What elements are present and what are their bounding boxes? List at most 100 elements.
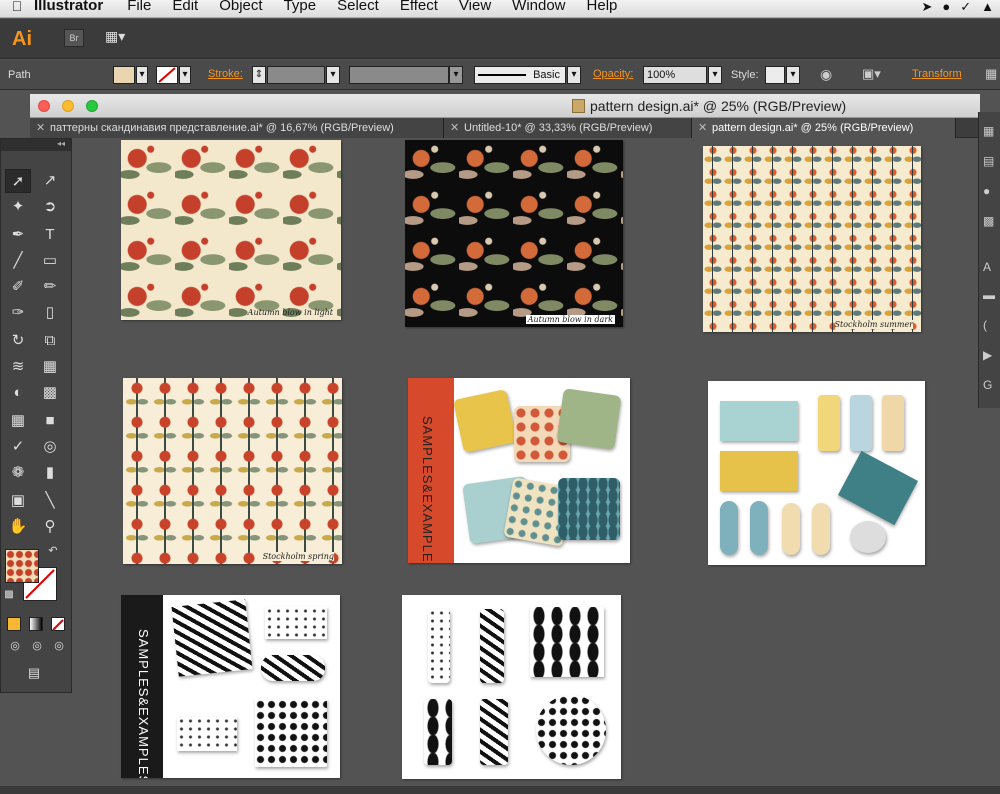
artboard-samples-products[interactable] [708, 381, 925, 565]
default-colors-icon[interactable]: ▩ [1, 587, 17, 603]
fill-swatch[interactable] [113, 66, 135, 84]
zoom-tool-icon[interactable]: ⚲ [37, 515, 63, 539]
swatches-panel-icon[interactable]: ▩ [983, 214, 999, 232]
screen-mode-icon[interactable]: ▤ [19, 663, 49, 683]
minimize-window-button[interactable] [62, 100, 74, 112]
menu-window[interactable]: Window [512, 0, 565, 14]
opacity-field[interactable]: 100% [643, 66, 707, 84]
actions-panel-icon[interactable]: ▶ [983, 348, 999, 366]
mesh-tool-icon[interactable]: ▦ [5, 409, 31, 433]
tab-untitled-10[interactable]: ✕ Untitled-10* @ 33,33% (RGB/Preview) [444, 118, 692, 138]
artboard-autumn-light[interactable]: Autumn blow in light [121, 140, 341, 320]
menu-select[interactable]: Select [337, 0, 379, 14]
none-mode-icon[interactable] [51, 617, 65, 631]
free-transform-tool-icon[interactable]: ▦ [37, 355, 63, 379]
gradient-mode-icon[interactable] [29, 617, 43, 631]
eyedropper-tool-icon[interactable]: ✓ [5, 435, 31, 459]
draw-behind-icon[interactable]: ◎ [27, 637, 47, 655]
rotate-tool-icon[interactable]: ↻ [5, 329, 31, 353]
type-tool-icon[interactable]: T [37, 223, 63, 247]
bridge-button[interactable]: Br [64, 29, 84, 47]
recolor-artwork-icon[interactable]: ◉ [820, 66, 838, 84]
panel-menu-icon[interactable]: ▦ [985, 66, 999, 84]
artboard-samples-bw[interactable]: SAMPLES&EXAMPLES [121, 595, 340, 778]
close-tab-icon[interactable]: ✕ [36, 118, 45, 138]
check-icon[interactable]: ✓ [960, 0, 971, 15]
line-segment-tool-icon[interactable]: ╱ [5, 249, 31, 273]
menu-type[interactable]: Type [284, 0, 317, 14]
style-dropdown-icon[interactable]: ▾ [786, 66, 800, 84]
tab-pattern-design[interactable]: ✕ pattern design.ai* @ 25% (RGB/Preview) [692, 118, 956, 138]
zoom-window-button[interactable] [86, 100, 98, 112]
artboard-tool-icon[interactable]: ▣ [5, 489, 31, 513]
evernote-icon[interactable]: ● [942, 0, 950, 15]
tab-scandinavia[interactable]: ✕ паттерны скандинавия представление.ai*… [30, 118, 444, 138]
direct-selection-tool-icon[interactable]: ↗ [37, 169, 63, 193]
layers-panel-icon[interactable]: ▤ [983, 154, 999, 172]
artboard-stockholm-spring[interactable]: Stockholm spring [123, 378, 342, 564]
gradient-tool-icon[interactable]: ■ [37, 409, 63, 433]
pencil-tool-icon[interactable]: ✏ [37, 275, 63, 299]
hand-tool-icon[interactable]: ✋ [5, 515, 31, 539]
artboard-samples-pillows[interactable]: SAMPLES&EXAMPLES [408, 378, 630, 563]
menu-file[interactable]: File [127, 0, 151, 14]
stroke-dropdown-icon[interactable]: ▾ [179, 66, 191, 84]
brush-dropdown-icon[interactable]: ▾ [567, 66, 581, 84]
close-window-button[interactable] [38, 100, 50, 112]
draw-inside-icon[interactable]: ◎ [49, 637, 69, 655]
color-mode-icon[interactable] [7, 617, 21, 631]
artboard-samples-bw-2[interactable] [402, 595, 621, 779]
paintbrush-tool-icon[interactable]: ✐ [5, 275, 31, 299]
magic-wand-tool-icon[interactable]: ✦ [5, 195, 31, 219]
opacity-dropdown-icon[interactable]: ▾ [708, 66, 722, 84]
selection-tool-icon[interactable]: ➚ [5, 169, 31, 193]
pen-tool-icon[interactable]: ✒ [5, 223, 31, 247]
stroke-weight-dropdown-icon[interactable]: ▾ [326, 66, 340, 84]
brushes-panel-icon[interactable]: ( [983, 318, 999, 336]
opacity-label[interactable]: Opacity: [593, 68, 633, 80]
brush-definition-field[interactable]: Basic [474, 66, 566, 84]
eraser-tool-icon[interactable]: ▯ [37, 301, 63, 325]
variable-width-dropdown-icon[interactable]: ▾ [449, 66, 463, 84]
stroke-weight-stepper[interactable]: ⇕ [252, 66, 266, 84]
location-icon[interactable]: ➤ [921, 0, 932, 15]
graphic-style-swatch[interactable] [765, 66, 785, 84]
stroke-weight-field[interactable] [267, 66, 325, 84]
artboards-panel-icon[interactable]: ▦ [983, 124, 999, 142]
column-graph-tool-icon[interactable]: ▮ [37, 461, 63, 485]
shape-builder-tool-icon[interactable]: ◐ [5, 381, 31, 405]
transform-link[interactable]: Transform [912, 68, 962, 80]
variable-width-field[interactable] [349, 66, 449, 84]
warp-tool-icon[interactable]: ≋ [5, 355, 31, 379]
adobe-icon[interactable]: ▲ [981, 0, 994, 15]
stroke-panel-icon[interactable]: ▬ [983, 288, 999, 306]
align-options-icon[interactable]: ▣▾ [862, 66, 890, 84]
glyphs-panel-icon[interactable]: G [983, 378, 999, 396]
fill-color-swatch-front[interactable] [5, 549, 39, 583]
menu-edit[interactable]: Edit [172, 0, 198, 14]
stroke-label[interactable]: Stroke: [208, 68, 243, 80]
close-tab-icon[interactable]: ✕ [450, 118, 459, 138]
menu-app-name[interactable]: Illustrator [34, 0, 103, 14]
symbol-sprayer-tool-icon[interactable]: ❁ [5, 461, 31, 485]
tools-panel-header[interactable]: ◂◂ [1, 139, 71, 151]
perspective-grid-tool-icon[interactable]: ▩ [37, 381, 63, 405]
arrange-documents-icon[interactable]: ▦▾ [105, 28, 139, 48]
lasso-tool-icon[interactable]: ➲ [37, 195, 63, 219]
character-panel-icon[interactable]: A [983, 260, 999, 278]
rectangle-tool-icon[interactable]: ▭ [37, 249, 63, 273]
artboard-autumn-dark[interactable]: Autumn blow in dark [405, 140, 623, 327]
slice-tool-icon[interactable]: ╲ [37, 489, 63, 513]
color-panel-icon[interactable]: ● [983, 184, 999, 202]
scale-tool-icon[interactable]: ⧉ [37, 329, 63, 353]
artboard-stockholm-summer[interactable]: Stockholm summer [703, 146, 921, 332]
blend-tool-icon[interactable]: ◎ [37, 435, 63, 459]
menu-help[interactable]: Help [587, 0, 618, 14]
swap-colors-icon[interactable]: ↶ [45, 543, 61, 559]
blob-brush-tool-icon[interactable]: ✑ [5, 301, 31, 325]
fill-dropdown-icon[interactable]: ▾ [136, 66, 148, 84]
menu-object[interactable]: Object [219, 0, 262, 14]
apple-icon[interactable]:  [0, 0, 34, 14]
menu-view[interactable]: View [459, 0, 491, 14]
close-tab-icon[interactable]: ✕ [698, 118, 707, 138]
